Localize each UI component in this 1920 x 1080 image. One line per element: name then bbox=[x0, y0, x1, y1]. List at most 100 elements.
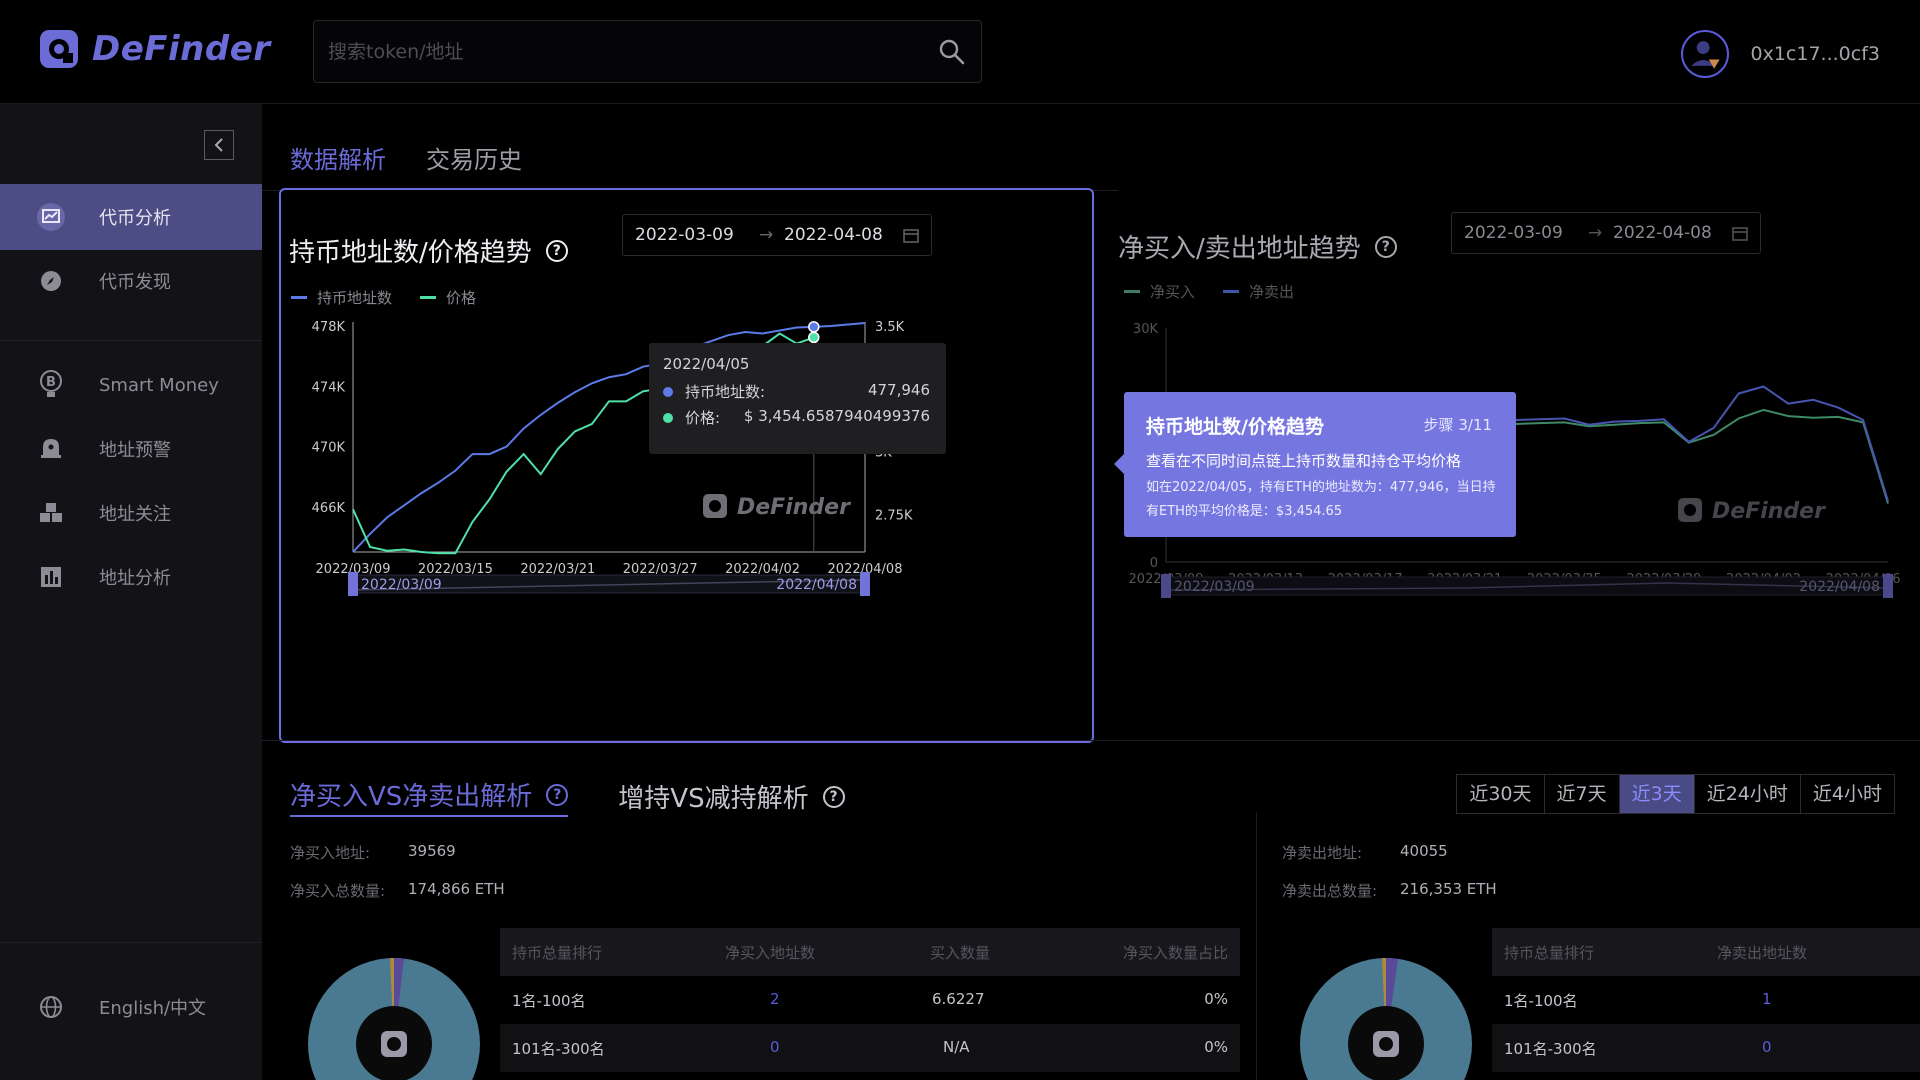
sidebar-item-label: 代币发现 bbox=[99, 272, 171, 293]
tab-increase-vs-decrease[interactable]: 增持VS减持解析? bbox=[618, 778, 845, 815]
stat-value: 174,866 ETH bbox=[408, 880, 505, 898]
svg-text:B: B bbox=[46, 375, 56, 390]
divider bbox=[0, 340, 262, 341]
help-icon[interactable]: ? bbox=[546, 783, 569, 806]
period-7d[interactable]: 近7天 bbox=[1543, 775, 1619, 813]
avatar[interactable] bbox=[1680, 30, 1729, 78]
sidebar-item-label: 地址分析 bbox=[99, 568, 171, 589]
language-switch[interactable]: English/中文 bbox=[0, 974, 262, 1040]
tooltip-row-price: 价格: bbox=[663, 407, 720, 428]
tooltip-value: $ 3,454.6587940499376 bbox=[743, 407, 930, 425]
watermark-logo-hole bbox=[709, 500, 721, 512]
language-label: English/中文 bbox=[99, 998, 207, 1019]
stat-label: 净买入地址: bbox=[290, 844, 371, 862]
brand-logo[interactable]: DeFinder bbox=[38, 28, 271, 70]
search-input[interactable] bbox=[328, 21, 928, 82]
top-bar: DeFinder 0x1c17...0cf3 bbox=[0, 0, 1920, 104]
popover-example: 如在2022/04/05，持有ETH的地址数为：477,946，当日持有ETH的… bbox=[1146, 480, 1496, 519]
tab-label: 增持VS减持解析 bbox=[618, 784, 809, 814]
sidebar-item-address-analysis[interactable]: 地址分析 bbox=[0, 544, 262, 610]
sidebar-item-address-watch[interactable]: 地址关注 bbox=[0, 480, 262, 546]
table-cell: 101名-300名 bbox=[1504, 1040, 1597, 1058]
sidebar-item-address-alert[interactable]: 地址预警 bbox=[0, 416, 262, 482]
period-30d[interactable]: 近30天 bbox=[1457, 775, 1543, 813]
highlight-point bbox=[808, 321, 820, 333]
compass-icon bbox=[36, 266, 66, 296]
y-tick-label-right: 2.75K bbox=[875, 508, 913, 523]
range-slider-start-label: 2022/03/09 bbox=[361, 577, 442, 593]
table-row: 1名-100名 2 6.6227 0% bbox=[500, 976, 1240, 1024]
holders-price-chart[interactable]: 466K470K474K478K2.75K3K3.25K3.5K2022/03/… bbox=[279, 188, 1094, 743]
holders-price-panel: 持币地址数/价格趋势 ? 2022-03-09 → 2022-04-08 持币地… bbox=[279, 188, 1094, 743]
collapse-sidebar-button[interactable] bbox=[204, 130, 234, 160]
tab-data-analysis[interactable]: 数据解析 bbox=[290, 140, 386, 175]
watermark-logo-hole bbox=[1684, 504, 1696, 516]
help-icon[interactable]: ? bbox=[822, 785, 845, 808]
period-24h[interactable]: 近24小时 bbox=[1693, 775, 1800, 813]
stat-value: 40055 bbox=[1400, 842, 1448, 860]
stat-value: 39569 bbox=[408, 842, 456, 860]
bell-icon bbox=[36, 434, 66, 464]
y-tick-label: 30K bbox=[1133, 322, 1159, 337]
tab-trade-history[interactable]: 交易历史 bbox=[426, 140, 522, 175]
sidebar: 代币分析 代币发现 B Smart Money 地址预警 地址关注 地址分析 E… bbox=[0, 104, 262, 1080]
column-header: 持币总量排行 bbox=[512, 944, 603, 962]
watermark-text: DeFinder bbox=[737, 495, 851, 520]
tab-net-buy-vs-sell[interactable]: 净买入VS净卖出解析? bbox=[290, 776, 569, 817]
sidebar-item-token-analysis[interactable]: 代币分析 bbox=[0, 184, 262, 250]
y-tick-label-right: 3.5K bbox=[875, 320, 905, 335]
range-slider-handle-left bbox=[348, 572, 358, 596]
table-cell-link[interactable]: 1 bbox=[1762, 990, 1772, 1008]
user-icon bbox=[1690, 41, 1720, 69]
table-cell: 1名-100名 bbox=[1504, 992, 1578, 1010]
user-account[interactable]: 0x1c17...0cf3 bbox=[1680, 30, 1880, 78]
period-selector: 近30天 近7天 近3天 近24小时 近4小时 bbox=[1456, 774, 1895, 814]
tooltip-date: 2022/04/05 bbox=[663, 355, 750, 373]
tooltip-value: 477,946 bbox=[867, 381, 930, 399]
table-cell: 1名-100名 bbox=[512, 992, 586, 1010]
table-header: 持币总量排行 净买入地址数 买入数量 净买入数量占比 bbox=[500, 928, 1240, 976]
table-cell: N/A bbox=[943, 1038, 970, 1056]
column-header: 净买入数量占比 bbox=[1122, 944, 1228, 962]
net-buy-total-stat: 净买入总数量: 174,866 ETH bbox=[290, 880, 690, 901]
series-dot bbox=[663, 412, 673, 423]
period-3d[interactable]: 近3天 bbox=[1618, 775, 1694, 813]
tab-label: 净买入VS净卖出解析 bbox=[290, 782, 533, 812]
series-dot bbox=[663, 386, 673, 397]
range-slider-start-label: 2022/03/09 bbox=[1174, 579, 1255, 595]
net-buy-table: 持币总量排行 净买入地址数 买入数量 净买入数量占比 1名-100名 2 6.6… bbox=[500, 928, 1240, 1078]
stat-value: 216,353 ETH bbox=[1400, 880, 1497, 898]
sidebar-item-smart-money[interactable]: B Smart Money bbox=[0, 352, 262, 418]
y-tick-label-left: 474K bbox=[312, 380, 346, 395]
table-row: 101名-300名 0 bbox=[1492, 1024, 1920, 1072]
tooltip-label: 价格: bbox=[685, 409, 721, 427]
popover-step: 步骤 3/11 bbox=[1423, 416, 1492, 434]
stat-label: 净卖出总数量: bbox=[1282, 882, 1378, 900]
divider bbox=[262, 740, 1920, 741]
table-cell: 0% bbox=[1204, 1038, 1228, 1056]
globe-icon bbox=[36, 992, 66, 1022]
chart-icon bbox=[36, 202, 66, 232]
net-sell-pie-chart[interactable] bbox=[1294, 940, 1478, 1080]
watermark-text: DeFinder bbox=[1712, 499, 1826, 524]
table-row: 101名-300名 0 N/A 0% bbox=[500, 1024, 1240, 1072]
net-buy-pie-chart[interactable] bbox=[302, 940, 486, 1080]
y-tick-label-left: 478K bbox=[312, 320, 346, 335]
y-tick-label: 0 bbox=[1150, 556, 1158, 571]
search-icon[interactable] bbox=[937, 37, 967, 67]
sidebar-item-label: Smart Money bbox=[99, 374, 219, 396]
popover-description: 查看在不同时间点链上持币数量和持仓平均价格 bbox=[1146, 452, 1462, 470]
tooltip-row-holders: 持币地址数: bbox=[663, 381, 765, 402]
analysis-tabs: 净买入VS净卖出解析? 增持VS减持解析? bbox=[290, 776, 845, 817]
table-cell-link[interactable]: 0 bbox=[770, 1038, 780, 1056]
sidebar-item-token-discovery[interactable]: 代币发现 bbox=[0, 248, 262, 314]
stat-label: 净买入总数量: bbox=[290, 882, 386, 900]
table-cell-link[interactable]: 2 bbox=[770, 990, 780, 1008]
chevron-left-icon bbox=[214, 138, 223, 152]
net-sell-total-stat: 净卖出总数量: 216,353 ETH bbox=[1282, 880, 1682, 901]
tooltip-label: 持币地址数: bbox=[685, 383, 766, 401]
period-4h[interactable]: 近4小时 bbox=[1799, 775, 1894, 813]
range-slider-handle-left bbox=[1161, 574, 1171, 598]
table-cell-link[interactable]: 0 bbox=[1762, 1038, 1772, 1056]
bulb-bitcoin-icon: B bbox=[36, 370, 66, 400]
